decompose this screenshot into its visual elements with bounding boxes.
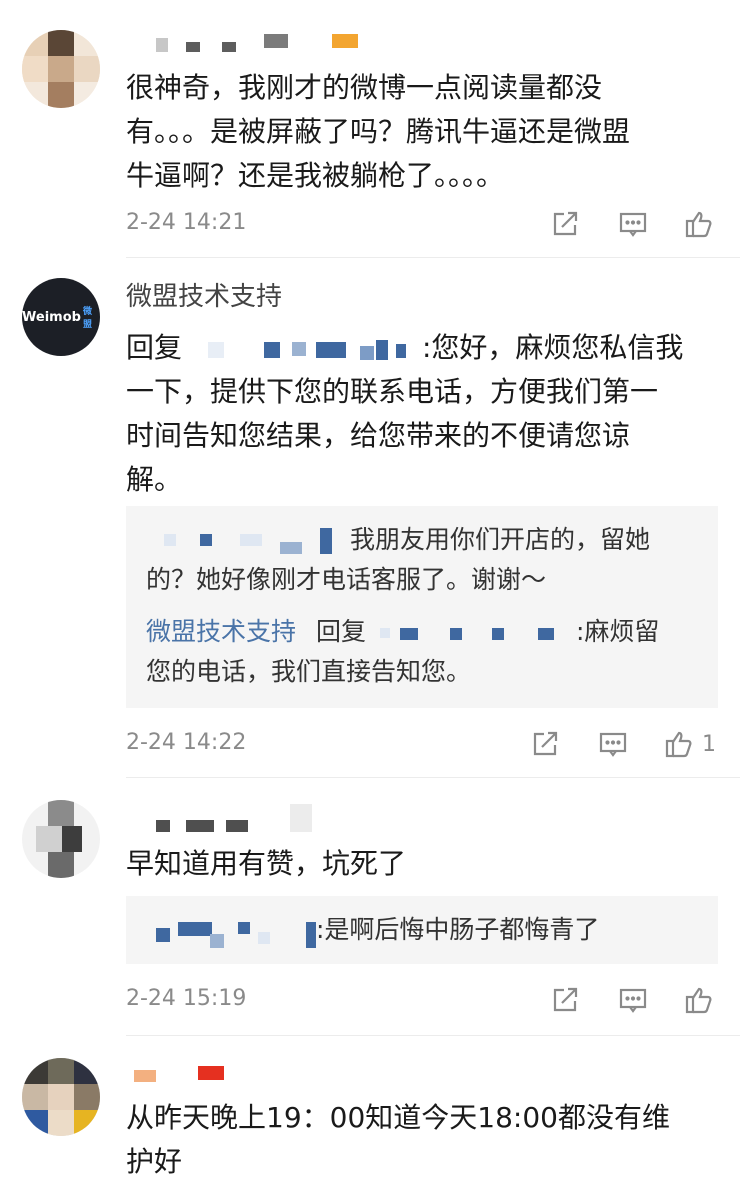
comment-text: 很神奇，我刚才的微博一点阅读量都没 有。。。是被屏蔽了吗？腾讯牛逼还是微盟 牛逼… — [126, 71, 631, 192]
comment-item: 很神奇，我刚才的微博一点阅读量都没 有。。。是被屏蔽了吗？腾讯牛逼还是微盟 牛逼… — [0, 0, 740, 258]
sub-reply-2: 微盟技术支持 回复 :麻烦留 您的电话，我们直接告知您。 — [146, 612, 706, 702]
thumbs-up-icon — [665, 731, 692, 758]
username-blurred[interactable] — [126, 34, 366, 54]
avatar[interactable]: Weimob 微盟 — [22, 278, 100, 356]
avatar-logo-sub: 微盟 — [82, 307, 92, 330]
avatar[interactable] — [22, 800, 100, 878]
sub-reply-text: :麻烦留 您的电话，我们直接告知您。 — [146, 617, 660, 686]
comment-icon — [619, 212, 647, 237]
comment-item: 从昨天晚上19：00知道今天18:00都没有维 护好 — [0, 1036, 740, 1204]
comment-text: 早知道用有赞，坑死了 — [126, 847, 407, 880]
comment-meta: 2-24 14:21 — [126, 204, 720, 244]
comment-time: 2-24 15:19 — [126, 986, 247, 1011]
comment-time: 2-24 14:22 — [126, 730, 247, 755]
comment-button[interactable] — [618, 980, 648, 1020]
comment-text: :您好，麻烦您私信我 一下，提供下您的联系电话，方便我们第一 时间告知您结果，给… — [126, 331, 684, 496]
sub-reply-box[interactable]: :是啊后悔中肠子都悔青了 — [126, 896, 718, 964]
comment-button[interactable] — [618, 204, 648, 244]
username-blurred[interactable] — [126, 804, 346, 834]
username[interactable]: 微盟技术支持 — [126, 282, 282, 312]
username-blurred[interactable] — [126, 1066, 246, 1086]
comment-icon — [619, 988, 647, 1013]
comment-meta: 2-24 15:19 — [126, 980, 720, 1020]
like-button[interactable] — [684, 204, 714, 244]
comment-meta: 2-24 14:22 1 — [126, 724, 720, 764]
sub-reply-text: :是啊后悔中肠子都悔青了 — [316, 915, 600, 944]
avatar-logo-text: Weimob — [22, 309, 81, 325]
sub-reply-text: 我朋友用你们开店的，留她 的？她好像刚才电话客服了。谢谢～ — [146, 525, 651, 594]
avatar[interactable] — [22, 30, 100, 108]
like-button[interactable] — [684, 980, 714, 1020]
comment-item: 早知道用有赞，坑死了 :是啊后悔中肠子都悔青了 2-24 15:19 — [0, 778, 740, 1036]
share-button[interactable] — [530, 724, 560, 764]
share-icon — [553, 211, 578, 236]
avatar[interactable] — [22, 1058, 100, 1136]
like-button[interactable]: 1 — [664, 724, 716, 764]
comment-button[interactable] — [598, 724, 628, 764]
share-icon — [533, 731, 558, 756]
share-button[interactable] — [550, 204, 580, 244]
share-button[interactable] — [550, 980, 580, 1020]
comment-item: Weimob 微盟 微盟技术支持 回复 :您好，麻烦您私信我 一下，提供下您的联系… — [0, 258, 740, 778]
thumbs-up-icon — [685, 987, 712, 1014]
sub-reply-author-blurred[interactable] — [150, 912, 320, 948]
share-icon — [553, 987, 578, 1012]
sub-reply-box[interactable]: 我朋友用你们开店的，留她 的？她好像刚才电话客服了。谢谢～ 微盟技术支持 回复 … — [126, 506, 718, 708]
thumbs-up-icon — [685, 211, 712, 238]
like-count: 1 — [702, 731, 716, 757]
comment-icon — [599, 732, 627, 757]
comment-time: 2-24 14:21 — [126, 210, 247, 235]
comment-text: 从昨天晚上19：00知道今天18:00都没有维 护好 — [126, 1101, 670, 1178]
